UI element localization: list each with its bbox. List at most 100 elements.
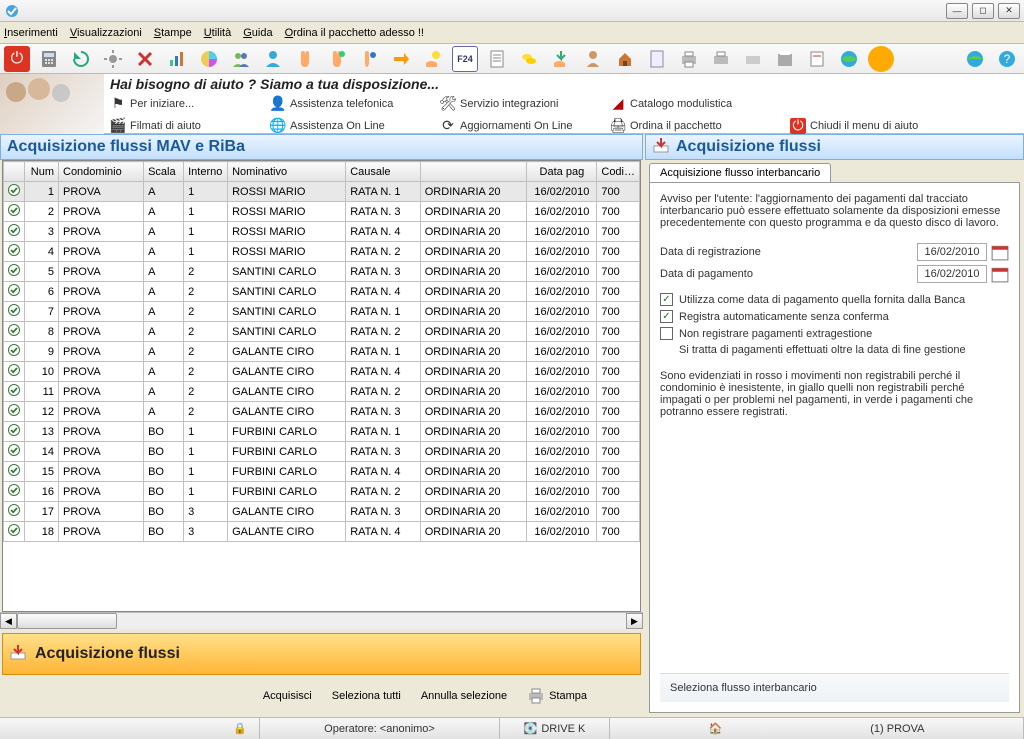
f24-button[interactable]: F24 [452,46,478,72]
calendar-icon[interactable] [991,265,1009,283]
calculator-icon[interactable] [36,46,62,72]
table-row[interactable]: 7PROVAA2SANTINI CARLORATA N. 1ORDINARIA … [4,302,640,322]
sun-icon[interactable] [868,46,894,72]
hand-coin-icon[interactable] [420,46,446,72]
person-icon[interactable] [580,46,606,72]
link-catalogo[interactable]: ◢Catalogo modulistica [610,96,790,112]
horizontal-scrollbar[interactable]: ◀▶ [0,612,643,629]
link-servizio-int[interactable]: 🛠Servizio integrazioni [440,96,610,112]
power-button[interactable]: ⏻ [4,46,30,72]
table-row[interactable]: 17PROVABO3GALANTE CIRORATA N. 3ORDINARIA… [4,502,640,522]
action-annulla-selezione[interactable]: Annulla selezione [421,690,507,702]
doc2-icon[interactable] [644,46,670,72]
table-row[interactable]: 2PROVAA1ROSSI MARIORATA N. 3ORDINARIA 20… [4,202,640,222]
close-button[interactable]: ✕ [998,3,1020,19]
action-seleziona-tutti[interactable]: Seleziona tutti [332,690,401,702]
table-row[interactable]: 4PROVAA1ROSSI MARIORATA N. 2ORDINARIA 20… [4,242,640,262]
input-data-pag[interactable]: 16/02/2010 [917,265,987,283]
table-row[interactable]: 3PROVAA1ROSSI MARIORATA N. 4ORDINARIA 20… [4,222,640,242]
row-check-icon[interactable] [4,282,25,302]
user-icon[interactable] [260,46,286,72]
printer-icon[interactable] [676,46,702,72]
action-acquisisci[interactable]: Acquisisci [263,690,312,702]
row-check-icon[interactable] [4,362,25,382]
link-chiudi-menu[interactable]: ⏻Chiudi il menu di aiuto [790,118,960,134]
row-check-icon[interactable] [4,422,25,442]
row-check-icon[interactable] [4,482,25,502]
table-row[interactable]: 14PROVABO1FURBINI CARLORATA N. 3ORDINARI… [4,442,640,462]
row-check-icon[interactable] [4,242,25,262]
table-row[interactable]: 1PROVAA1ROSSI MARIORATA N. 1ORDINARIA 20… [4,182,640,202]
col-data-pag[interactable]: Data pag [527,162,597,182]
row-check-icon[interactable] [4,222,25,242]
input-data-reg[interactable]: 16/02/2010 [917,243,987,261]
minimize-button[interactable]: — [946,3,968,19]
col-ordinaria[interactable] [420,162,527,182]
col-condominio[interactable]: Condominio [59,162,144,182]
checkbox-registra-auto[interactable]: ✓ [660,310,673,323]
table-row[interactable]: 11PROVAA2GALANTE CIRORATA N. 2ORDINARIA … [4,382,640,402]
row-check-icon[interactable] [4,402,25,422]
menu-ordina[interactable]: Ordina il pacchetto adesso !! [285,27,424,39]
notes-icon[interactable] [804,46,830,72]
link-filmati[interactable]: 🎬Filmati di aiuto [110,118,270,134]
hand-user-icon[interactable] [356,46,382,72]
printer3-icon[interactable] [740,46,766,72]
table-row[interactable]: 16PROVABO1FURBINI CARLORATA N. 2ORDINARI… [4,482,640,502]
tab-flusso-interbancario[interactable]: Acquisizione flusso interbancario [649,163,831,182]
menu-stampe[interactable]: Stampe [154,27,192,39]
col-causale[interactable]: Causale [346,162,421,182]
link-assistenza-online[interactable]: 🌐Assistenza On Line [270,118,440,134]
col-nominativo[interactable]: Nominativo [228,162,346,182]
piechart-icon[interactable] [196,46,222,72]
table-row[interactable]: 12PROVAA2GALANTE CIRORATA N. 3ORDINARIA … [4,402,640,422]
coins-icon[interactable] [516,46,542,72]
col-check[interactable] [4,162,25,182]
fax-icon[interactable] [772,46,798,72]
menu-utilita[interactable]: Utilità [204,27,232,39]
table-row[interactable]: 8PROVAA2SANTINI CARLORATA N. 2ORDINARIA … [4,322,640,342]
checkbox-non-registrare-extra[interactable] [660,327,673,340]
table-row[interactable]: 13PROVABO1FURBINI CARLORATA N. 1ORDINARI… [4,422,640,442]
table-row[interactable]: 18PROVABO3GALANTE CIRORATA N. 4ORDINARIA… [4,522,640,542]
menu-inserimenti[interactable]: Inserimenti [4,27,58,39]
houses-icon[interactable] [612,46,638,72]
row-check-icon[interactable] [4,342,25,362]
action-stampa[interactable]: Stampa [527,687,587,705]
help-icon[interactable]: ? [994,46,1020,72]
refresh-icon[interactable] [68,46,94,72]
row-check-icon[interactable] [4,382,25,402]
row-check-icon[interactable] [4,462,25,482]
hand2-icon[interactable] [324,46,350,72]
table-row[interactable]: 10PROVAA2GALANTE CIRORATA N. 4ORDINARIA … [4,362,640,382]
link-aggiornamenti[interactable]: ⟳Aggiornamenti On Line [440,118,610,134]
menu-visualizzazioni[interactable]: Visualizzazioni [70,27,142,39]
cross-gear-icon[interactable] [132,46,158,72]
link-ordina-pacchetto[interactable]: 🖨Ordina il pacchetto [610,118,790,134]
row-check-icon[interactable] [4,302,25,322]
hand-icon[interactable] [292,46,318,72]
calendar-icon[interactable] [991,243,1009,261]
transfer-icon[interactable] [388,46,414,72]
table-row[interactable]: 9PROVAA2GALANTE CIRORATA N. 1ORDINARIA 2… [4,342,640,362]
checkbox-utilizza-data-banca[interactable]: ✓ [660,293,673,306]
link-per-iniziare[interactable]: ⚑Per iniziare... [110,96,270,112]
row-check-icon[interactable] [4,262,25,282]
printer2-icon[interactable] [708,46,734,72]
row-check-icon[interactable] [4,522,25,542]
receive-icon[interactable] [548,46,574,72]
row-check-icon[interactable] [4,182,25,202]
link-assistenza-tel[interactable]: 👤Assistenza telefonica [270,96,440,112]
row-check-icon[interactable] [4,202,25,222]
maximize-button[interactable]: ◻ [972,3,994,19]
table-row[interactable]: 15PROVABO1FURBINI CARLORATA N. 4ORDINARI… [4,462,640,482]
row-check-icon[interactable] [4,442,25,462]
col-num[interactable]: Num [25,162,59,182]
table-row[interactable]: 6PROVAA2SANTINI CARLORATA N. 4ORDINARIA … [4,282,640,302]
col-interno[interactable]: Interno [184,162,228,182]
table-row[interactable]: 5PROVAA2SANTINI CARLORATA N. 3ORDINARIA … [4,262,640,282]
chart-icon[interactable] [164,46,190,72]
gear-icon[interactable] [100,46,126,72]
row-check-icon[interactable] [4,502,25,522]
globe-icon[interactable] [836,46,862,72]
